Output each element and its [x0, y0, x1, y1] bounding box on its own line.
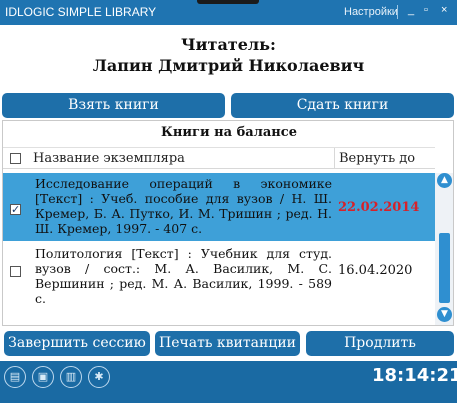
scroll-thumb[interactable]: [439, 233, 450, 303]
end-session-button[interactable]: Завершить сессию: [4, 331, 150, 356]
card-reader-icon: ▣: [32, 366, 54, 388]
row-checkbox[interactable]: ✓: [10, 204, 21, 215]
clock: 18:14:21: [372, 365, 457, 386]
camera-notch: [197, 0, 259, 4]
scroll-down-icon[interactable]: ▼: [437, 307, 452, 322]
due-date: 16.04.2020: [338, 263, 413, 278]
panel-title: Книги на балансе: [161, 125, 297, 140]
scroll-up-icon[interactable]: ▲: [437, 173, 452, 188]
network-icon: ✱: [88, 366, 110, 388]
reader-name: Лапин Дмитрий Николаевич: [92, 56, 365, 75]
title-separator: [397, 5, 398, 19]
return-books-button[interactable]: Сдать книги: [231, 93, 454, 118]
column-header-due[interactable]: Вернуть до: [334, 148, 415, 169]
reader-label: Читатель:: [181, 35, 276, 54]
select-all-checkbox[interactable]: [10, 153, 21, 164]
table-scrollbar[interactable]: ▲ ▼: [435, 173, 453, 325]
row-checkbox[interactable]: [10, 266, 21, 277]
book-title: Политология [Текст] : Учебник для студ. …: [35, 246, 332, 306]
table-header: Название экземпляра Вернуть до: [3, 147, 435, 169]
due-date: 22.02.2014: [338, 200, 420, 215]
scanner-icon: ▤: [4, 366, 26, 388]
maximize-icon[interactable]: ▫: [424, 4, 428, 16]
close-icon[interactable]: ×: [441, 4, 447, 16]
settings-link[interactable]: Настройки: [344, 6, 398, 18]
table-row[interactable]: ✓ Исследование операций в экономике [Тек…: [3, 173, 435, 241]
book-title: Исследование операций в экономике [Текст…: [35, 176, 332, 236]
books-panel: Книги на балансе Название экземпляра Вер…: [2, 120, 454, 326]
title-bar: IDLOGIC SIMPLE LIBRARY Настройки _ ▫ ×: [0, 0, 457, 25]
column-header-name[interactable]: Название экземпляра: [33, 151, 185, 166]
taskbar: ▤ ▣ ▥ ✱ 18:14:21: [0, 361, 457, 403]
minimize-icon[interactable]: _: [408, 4, 414, 16]
table-row[interactable]: Политология [Текст] : Учебник для студ. …: [3, 243, 435, 306]
printer-icon: ▥: [60, 366, 82, 388]
reader-header: Читатель: Лапин Дмитрий Николаевич: [0, 35, 457, 77]
take-books-button[interactable]: Взять книги: [2, 93, 225, 118]
extend-button[interactable]: Продлить: [306, 331, 454, 356]
app-title: IDLOGIC SIMPLE LIBRARY: [5, 5, 157, 19]
print-receipt-button[interactable]: Печать квитанции: [155, 331, 300, 356]
